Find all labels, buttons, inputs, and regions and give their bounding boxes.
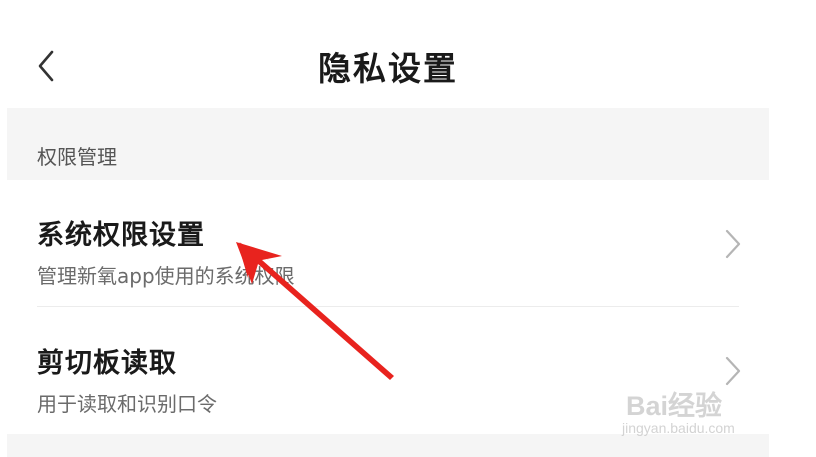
item-subtitle: 用于读取和识别口令 (37, 392, 217, 416)
settings-list: 系统权限设置 管理新氧app使用的系统权限 剪切板读取 用于读取和识别口令 (7, 180, 769, 434)
privacy-settings-screen: 隐私设置 权限管理 系统权限设置 管理新氧app使用的系统权限 剪切板读取 用于… (0, 0, 816, 457)
chevron-right-icon (725, 356, 741, 386)
page-title: 隐私设置 (318, 49, 458, 88)
section-header: 权限管理 (7, 108, 769, 180)
system-permissions-item[interactable]: 系统权限设置 管理新氧app使用的系统权限 (7, 180, 769, 307)
section-label: 权限管理 (37, 145, 117, 169)
item-title: 系统权限设置 (37, 220, 205, 251)
item-subtitle: 管理新氧app使用的系统权限 (37, 264, 295, 288)
item-title: 剪切板读取 (37, 348, 177, 379)
clipboard-read-item[interactable]: 剪切板读取 用于读取和识别口令 (7, 307, 769, 433)
header-bar: 隐私设置 (0, 0, 816, 108)
chevron-right-icon (725, 229, 741, 259)
bottom-section-band (7, 434, 769, 457)
